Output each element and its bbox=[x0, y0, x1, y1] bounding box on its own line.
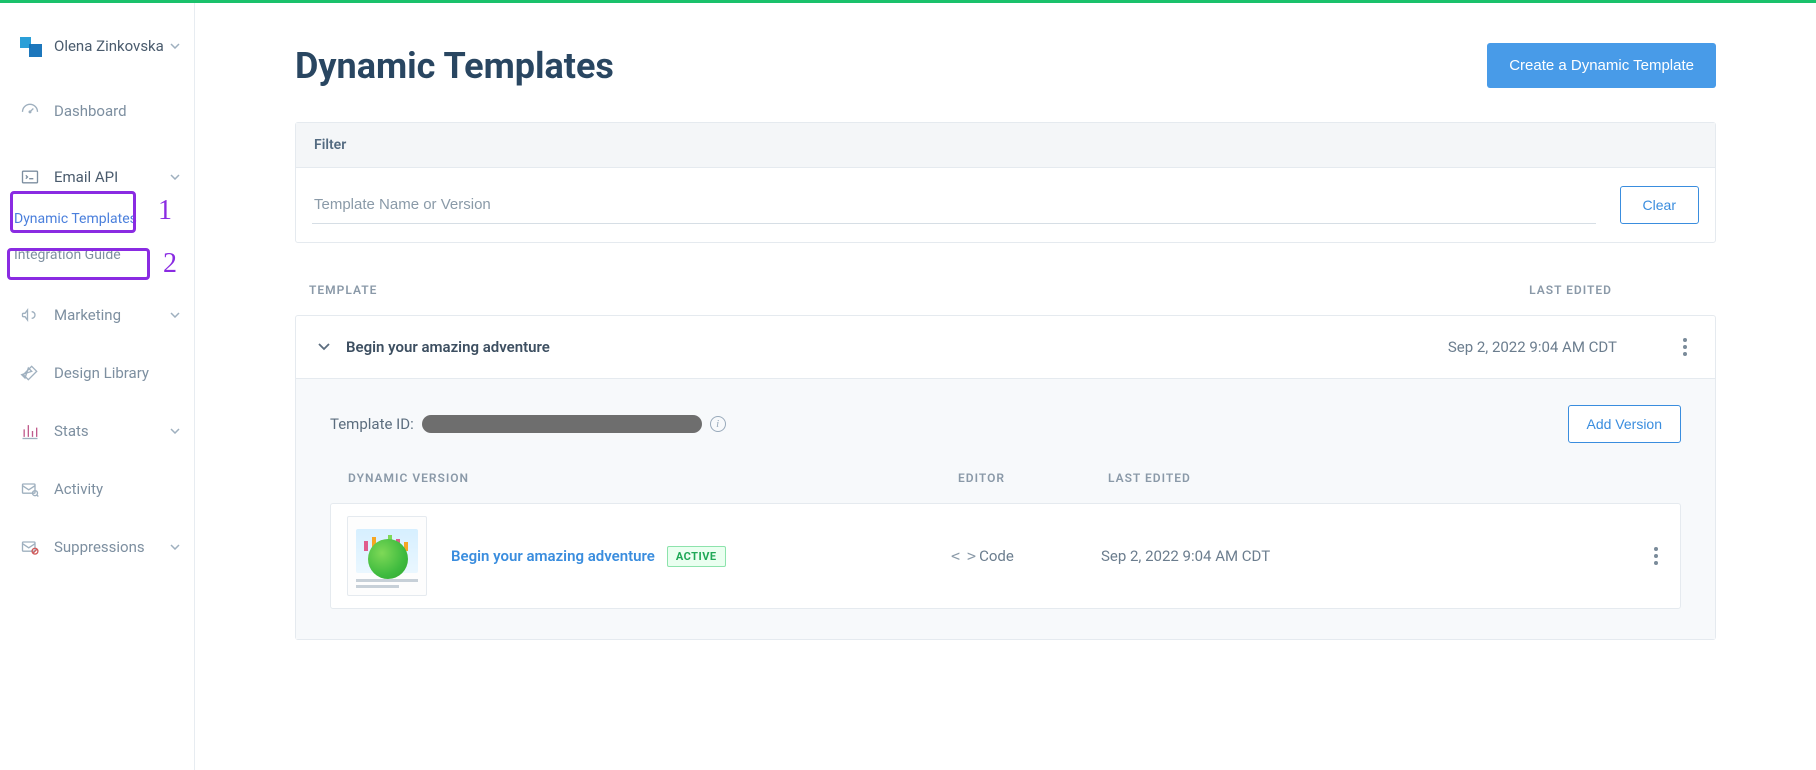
envelope-search-icon bbox=[20, 479, 40, 499]
sidebar-item-suppressions[interactable]: Suppressions bbox=[0, 523, 194, 571]
megaphone-icon bbox=[20, 305, 40, 325]
sidebar-item-label: Dynamic Templates bbox=[14, 211, 137, 227]
user-name: Olena Zinkovska bbox=[54, 37, 164, 55]
sidebar-item-label: Design Library bbox=[54, 364, 149, 382]
sidebar-item-label: Email API bbox=[54, 168, 118, 186]
template-expanded-panel: Template ID: i Add Version DYNAMIC VERSI… bbox=[296, 378, 1715, 639]
sidebar-item-label: Integration Guide bbox=[14, 247, 121, 263]
version-actions-menu[interactable] bbox=[1648, 541, 1664, 571]
version-name-link[interactable]: Begin your amazing adventure bbox=[451, 547, 655, 565]
sidebar-item-label: Activity bbox=[54, 480, 103, 498]
template-actions-menu[interactable] bbox=[1677, 332, 1693, 362]
annotation-number-1: 1 bbox=[158, 195, 172, 227]
terminal-icon bbox=[20, 167, 40, 187]
sidebar-item-label: Marketing bbox=[54, 306, 121, 324]
filter-input[interactable] bbox=[312, 186, 1596, 224]
template-id-label: Template ID: bbox=[330, 415, 414, 433]
template-last-edited: Sep 2, 2022 9:04 AM CDT bbox=[1448, 338, 1617, 356]
brand-logo-icon bbox=[20, 35, 42, 57]
page-title: Dynamic Templates bbox=[295, 45, 614, 87]
chevron-down-icon bbox=[170, 428, 180, 434]
column-header-template: TEMPLATE bbox=[309, 283, 377, 297]
template-row[interactable]: Begin your amazing adventure Sep 2, 2022… bbox=[296, 316, 1715, 378]
code-icon: < > bbox=[951, 547, 975, 565]
column-header-last-edited: LAST EDITED bbox=[1108, 471, 1663, 485]
column-header-last-edited: LAST EDITED bbox=[1529, 283, 1612, 297]
chevron-down-icon bbox=[170, 43, 180, 49]
create-template-button[interactable]: Create a Dynamic Template bbox=[1487, 43, 1716, 88]
chevron-down-icon bbox=[318, 343, 330, 351]
version-editor-label: Code bbox=[979, 547, 1014, 565]
template-id-value-redacted bbox=[422, 415, 702, 433]
add-version-button[interactable]: Add Version bbox=[1568, 405, 1682, 443]
version-table-header: DYNAMIC VERSION EDITOR LAST EDITED bbox=[330, 471, 1681, 503]
sidebar-item-marketing[interactable]: Marketing bbox=[0, 291, 194, 339]
clear-button[interactable]: Clear bbox=[1620, 186, 1699, 224]
sidebar-item-activity[interactable]: Activity bbox=[0, 465, 194, 513]
template-table-header: TEMPLATE LAST EDITED bbox=[295, 283, 1716, 315]
envelope-block-icon bbox=[20, 537, 40, 557]
version-thumbnail bbox=[347, 516, 427, 596]
sidebar-item-label: Suppressions bbox=[54, 538, 145, 556]
column-header-dynamic-version: DYNAMIC VERSION bbox=[348, 471, 958, 485]
ruler-pencil-icon bbox=[20, 363, 40, 383]
version-editor-cell: < >Code bbox=[951, 547, 1101, 565]
column-header-editor: EDITOR bbox=[958, 471, 1108, 485]
info-icon[interactable]: i bbox=[710, 416, 726, 432]
template-name: Begin your amazing adventure bbox=[346, 338, 550, 356]
version-row[interactable]: Begin your amazing adventure ACTIVE < >C… bbox=[330, 503, 1681, 609]
chevron-down-icon bbox=[170, 174, 180, 180]
main-content: Dynamic Templates Create a Dynamic Templ… bbox=[195, 3, 1816, 770]
annotation-number-2: 2 bbox=[163, 248, 177, 280]
sidebar-item-label: Dashboard bbox=[54, 102, 127, 120]
sidebar-item-email-api[interactable]: Email API bbox=[0, 153, 194, 201]
sidebar-item-label: Stats bbox=[54, 422, 89, 440]
chevron-down-icon bbox=[170, 544, 180, 550]
sidebar-item-dashboard[interactable]: Dashboard bbox=[0, 87, 194, 135]
sidebar-item-design-library[interactable]: Design Library bbox=[0, 349, 194, 397]
version-last-edited: Sep 2, 2022 9:04 AM CDT bbox=[1101, 547, 1648, 565]
chevron-down-icon bbox=[170, 312, 180, 318]
bar-chart-icon bbox=[20, 421, 40, 441]
active-badge: ACTIVE bbox=[667, 546, 726, 567]
gauge-icon bbox=[20, 101, 40, 121]
filter-panel: Filter Clear bbox=[295, 122, 1716, 243]
sidebar: Olena Zinkovska Dashboard Email API Dyna… bbox=[0, 3, 195, 770]
filter-header: Filter bbox=[296, 123, 1715, 168]
template-list: Begin your amazing adventure Sep 2, 2022… bbox=[295, 315, 1716, 640]
user-menu[interactable]: Olena Zinkovska bbox=[0, 23, 194, 87]
sidebar-item-stats[interactable]: Stats bbox=[0, 407, 194, 455]
